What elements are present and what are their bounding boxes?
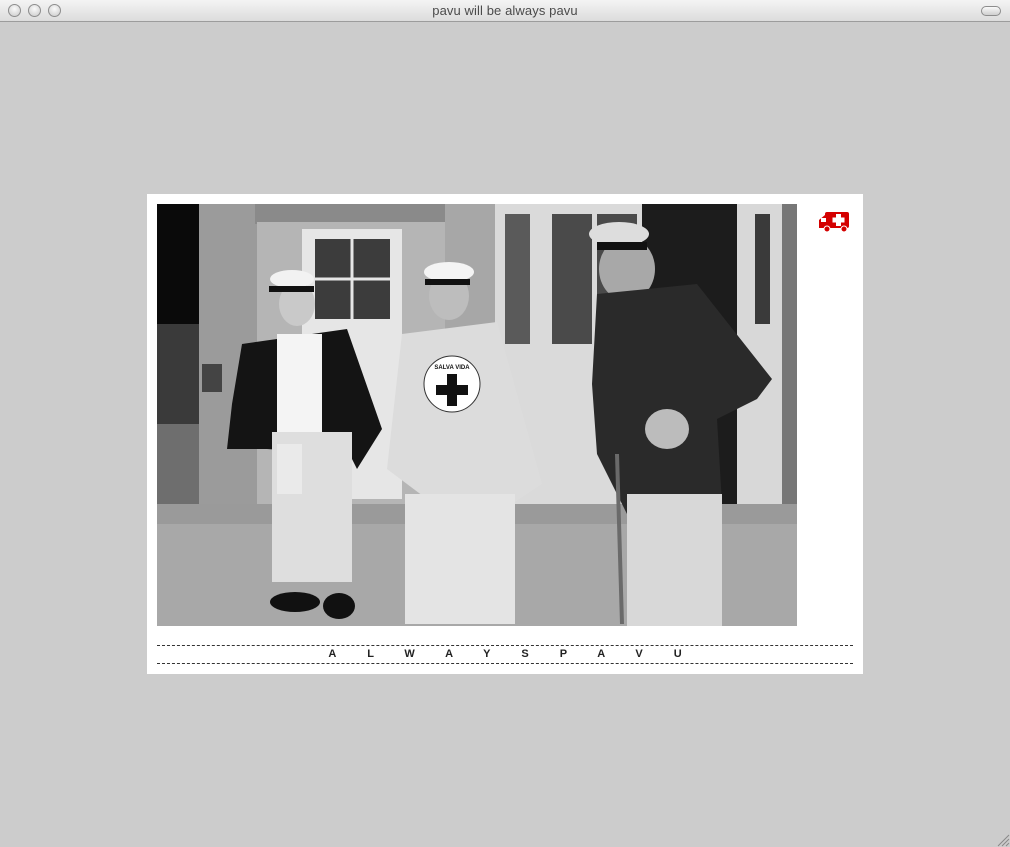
window-title: pavu will be always pavu [432,3,578,18]
caption-text: ALWAYSPAVU [328,648,713,660]
toolbar-toggle-button[interactable] [981,6,1001,16]
photo-card: SALVA VIDA ALWAYSPAVU [147,194,863,674]
ambulance-icon[interactable] [819,209,851,233]
shirt-text: SALVA VIDA [434,365,470,371]
photo: SALVA VIDA [157,204,797,626]
resize-grip-icon[interactable] [995,832,1010,847]
photo-image: SALVA VIDA [157,204,797,626]
caption-bar: ALWAYSPAVU [157,645,853,664]
window-titlebar: pavu will be always pavu [0,0,1010,22]
